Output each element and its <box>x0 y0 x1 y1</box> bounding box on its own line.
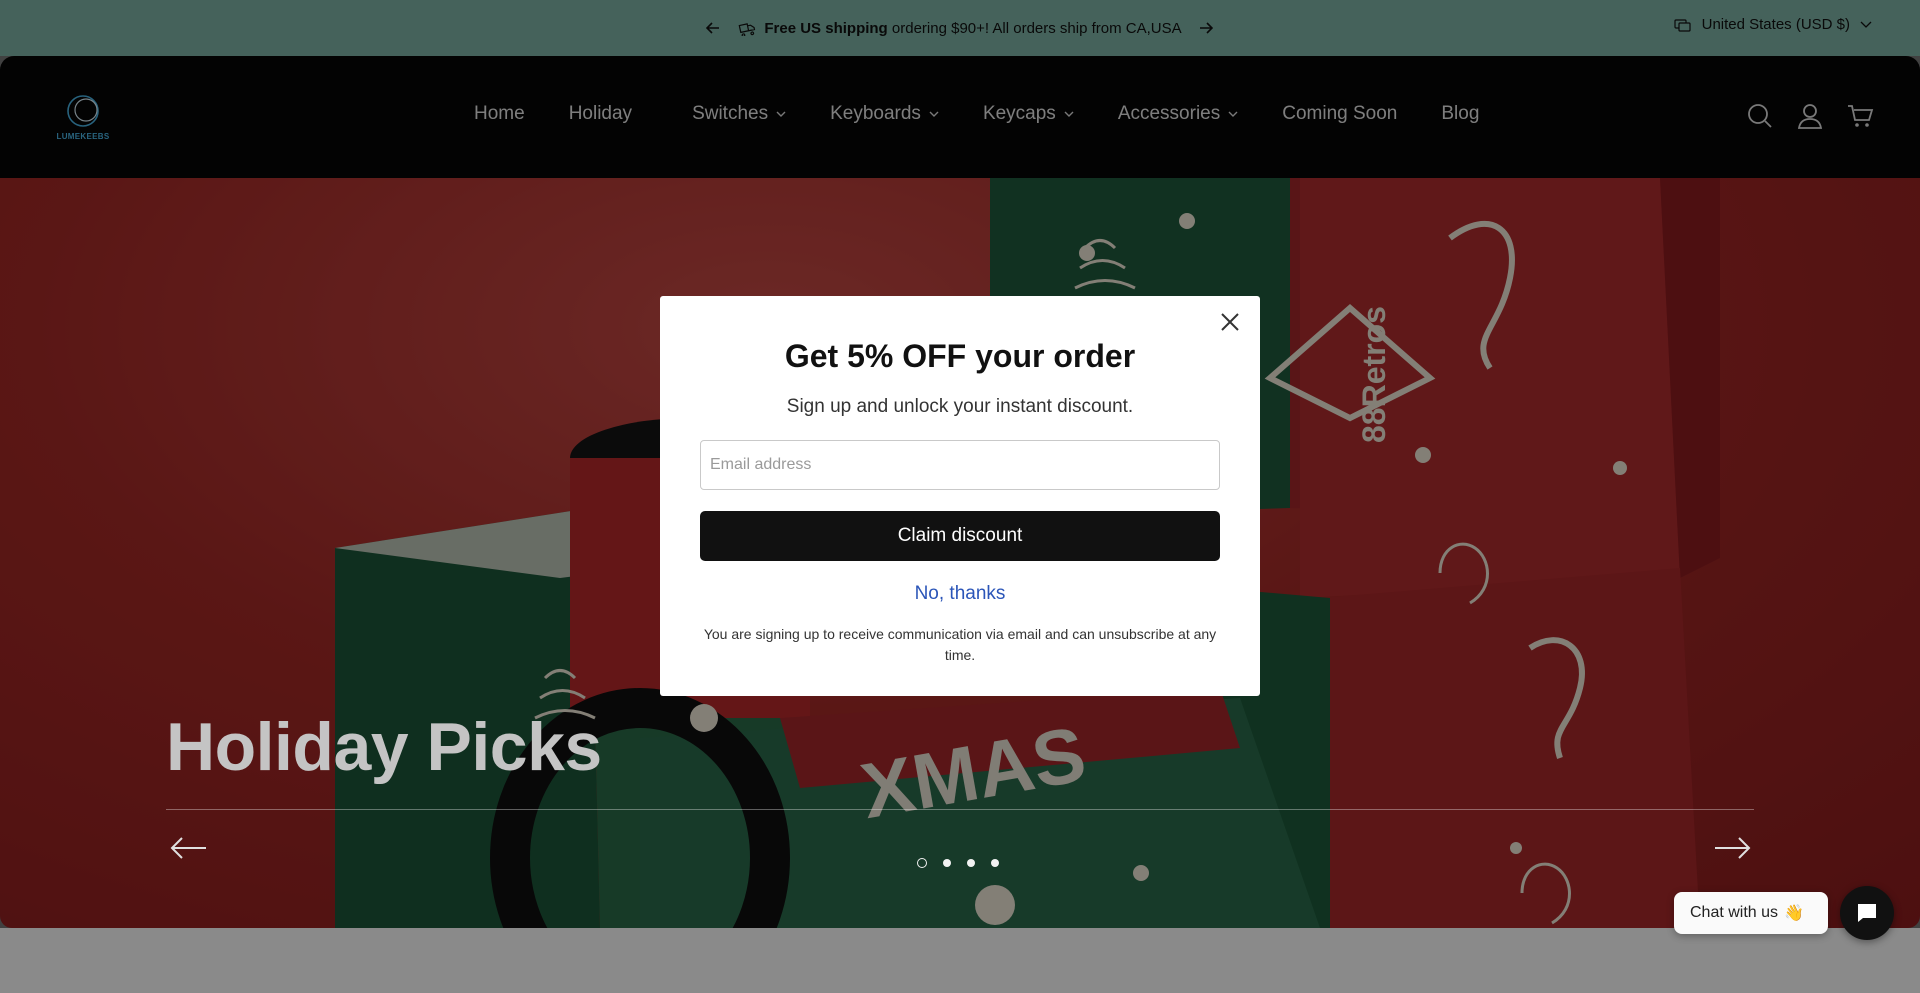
arrow-left-icon <box>170 837 206 859</box>
hero-title: Holiday Picks <box>166 709 602 785</box>
close-button[interactable] <box>1216 308 1244 336</box>
arrow-right-icon <box>1715 837 1751 859</box>
slide-dot-1[interactable] <box>917 858 927 868</box>
hero-prev-button[interactable] <box>168 834 208 864</box>
hero-next-button[interactable] <box>1713 834 1753 864</box>
wave-emoji: 👋 <box>1784 905 1804 922</box>
chat-bubble-icon <box>1858 904 1876 922</box>
popup-disclaimer: You are signing up to receive communicat… <box>703 626 1217 663</box>
chat-launcher-button[interactable] <box>1840 886 1894 940</box>
slide-dot-2[interactable] <box>943 859 951 867</box>
chat-label: Chat with us <box>1690 904 1779 921</box>
email-field[interactable] <box>700 440 1220 490</box>
chat-with-us-button[interactable]: Chat with us 👋 <box>1674 892 1828 934</box>
popup-title: Get 5% OFF your order <box>784 338 1136 374</box>
discount-popup: Get 5% OFF your order Sign up and unlock… <box>660 296 1260 696</box>
slide-dot-3[interactable] <box>967 859 975 867</box>
hero-divider <box>166 809 1754 810</box>
close-icon <box>1221 313 1239 331</box>
no-thanks-link[interactable]: No, thanks <box>660 583 1260 605</box>
claim-discount-button[interactable]: Claim discount <box>700 511 1220 561</box>
slide-dot-4[interactable] <box>991 859 999 867</box>
page-content-strip <box>0 928 1920 993</box>
popup-subtitle: Sign up and unlock your instant discount… <box>786 396 1134 417</box>
slide-dots <box>917 858 999 868</box>
